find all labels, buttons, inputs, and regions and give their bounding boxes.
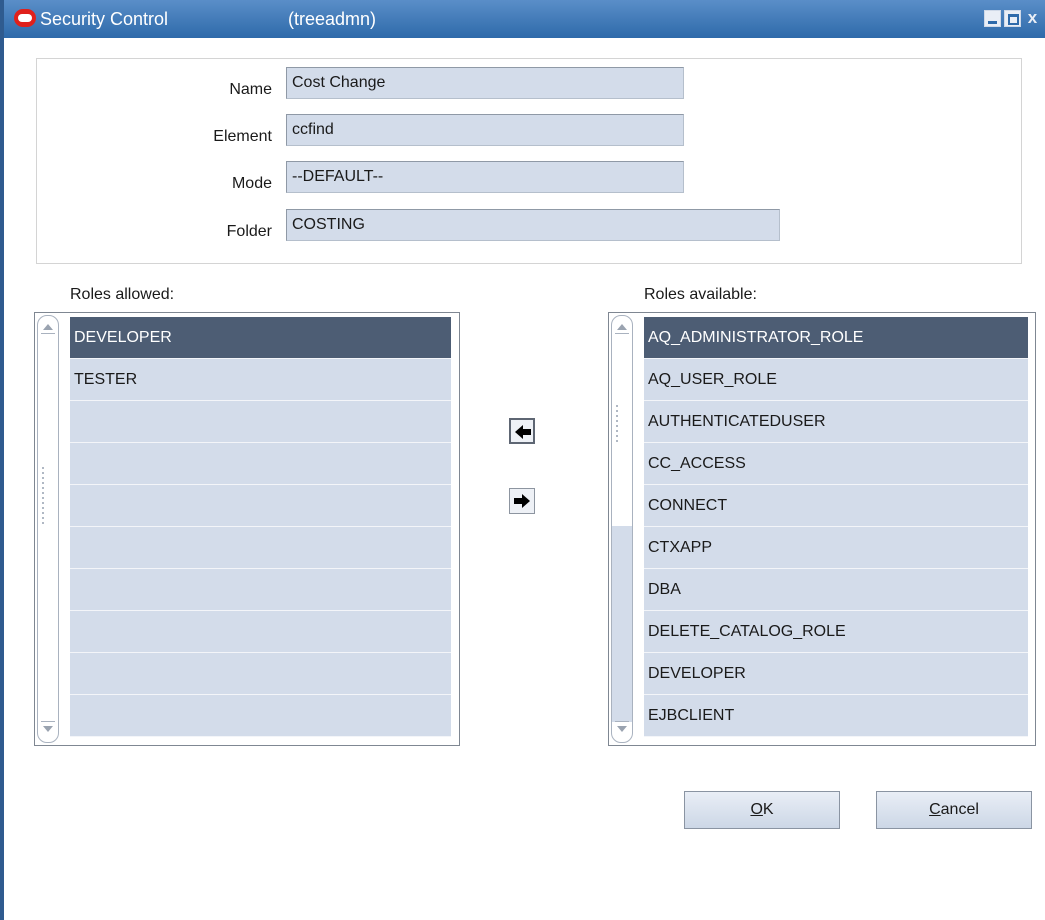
roles-available-row[interactable]: EJBCLIENT	[644, 695, 1028, 737]
arrow-right-icon	[514, 494, 530, 508]
roles-available-scrollbar[interactable]	[611, 315, 633, 743]
scroll-divider	[615, 721, 629, 722]
cancel-label-rest: ancel	[940, 801, 979, 818]
roles-available-row[interactable]: AUTHENTICATEDUSER	[644, 401, 1028, 443]
roles-allowed-row[interactable]	[70, 485, 451, 527]
roles-allowed-row[interactable]	[70, 527, 451, 569]
roles-allowed-row[interactable]	[70, 443, 451, 485]
roles-allowed-row[interactable]	[70, 611, 451, 653]
ok-label-rest: K	[762, 801, 774, 818]
scroll-down-icon[interactable]	[617, 726, 627, 732]
scroll-divider	[41, 333, 55, 334]
roles-available-row[interactable]: AQ_USER_ROLE	[644, 359, 1028, 401]
roles-available-list: AQ_ADMINISTRATOR_ROLE AQ_USER_ROLE AUTHE…	[608, 312, 1036, 746]
roles-allowed-row[interactable]	[70, 695, 451, 737]
cancel-button[interactable]: Cancel	[876, 791, 1032, 829]
name-label: Name	[229, 81, 272, 98]
window-user: (treeadmn)	[288, 9, 377, 29]
scroll-up-icon[interactable]	[43, 324, 53, 330]
add-role-button[interactable]	[509, 418, 535, 444]
roles-available-row[interactable]: DELETE_CATALOG_ROLE	[644, 611, 1028, 653]
security-control-window: Security Control (treeadmn) x Name Cost …	[0, 0, 1045, 920]
roles-allowed-row[interactable]: DEVELOPER	[70, 317, 451, 359]
ok-button[interactable]: OK	[684, 791, 840, 829]
oracle-logo-icon	[14, 9, 36, 27]
roles-available-label: Roles available:	[644, 286, 757, 303]
roles-available-rows: AQ_ADMINISTRATOR_ROLE AQ_USER_ROLE AUTHE…	[644, 317, 1028, 737]
roles-allowed-row[interactable]: TESTER	[70, 359, 451, 401]
remove-role-button[interactable]	[509, 488, 535, 514]
scroll-grip-icon[interactable]	[616, 402, 626, 442]
element-field[interactable]: ccfind	[286, 114, 684, 146]
folder-field[interactable]: COSTING	[286, 209, 780, 241]
mode-field[interactable]: --DEFAULT--	[286, 161, 684, 193]
roles-allowed-row[interactable]	[70, 569, 451, 611]
cancel-mnemonic: C	[929, 801, 941, 818]
name-field[interactable]: Cost Change	[286, 67, 684, 99]
scroll-up-icon[interactable]	[617, 324, 627, 330]
roles-allowed-row[interactable]	[70, 653, 451, 695]
folder-label: Folder	[226, 223, 272, 240]
roles-available-row[interactable]: DBA	[644, 569, 1028, 611]
roles-available-row[interactable]: AQ_ADMINISTRATOR_ROLE	[644, 317, 1028, 359]
scroll-divider	[615, 333, 629, 334]
roles-allowed-scrollbar[interactable]	[37, 315, 59, 743]
minimize-icon[interactable]	[984, 10, 1001, 27]
roles-available-row[interactable]: CONNECT	[644, 485, 1028, 527]
roles-available-row[interactable]: CTXAPP	[644, 527, 1028, 569]
scroll-divider	[41, 721, 55, 722]
maximize-icon[interactable]	[1004, 10, 1021, 27]
roles-allowed-row[interactable]	[70, 401, 451, 443]
ok-mnemonic: O	[750, 801, 763, 818]
mode-label: Mode	[231, 175, 272, 192]
title-bar[interactable]: Security Control (treeadmn) x	[4, 0, 1045, 38]
roles-allowed-rows: DEVELOPER TESTER	[70, 317, 451, 737]
roles-available-row[interactable]: DEVELOPER	[644, 653, 1028, 695]
scroll-thumb[interactable]	[612, 526, 632, 722]
element-label: Element	[213, 128, 272, 145]
window-title: Security Control	[40, 9, 169, 29]
arrow-left-icon	[515, 425, 531, 439]
roles-available-row[interactable]: CC_ACCESS	[644, 443, 1028, 485]
scroll-grip-icon[interactable]	[42, 464, 52, 524]
roles-allowed-label: Roles allowed:	[70, 286, 175, 303]
close-icon[interactable]: x	[1024, 9, 1041, 27]
scroll-down-icon[interactable]	[43, 726, 53, 732]
window-controls: x	[984, 9, 1041, 27]
roles-allowed-list: DEVELOPER TESTER	[34, 312, 460, 746]
